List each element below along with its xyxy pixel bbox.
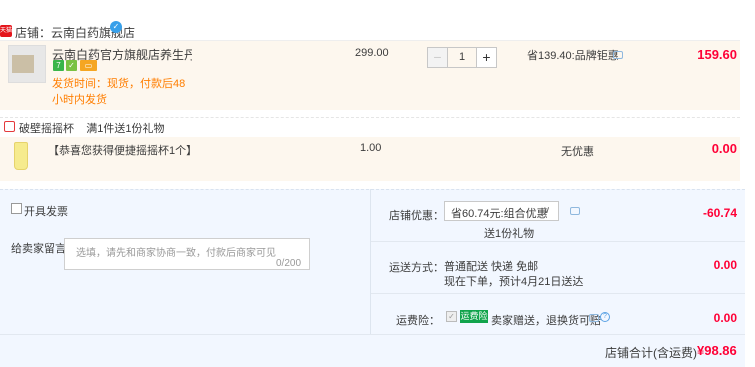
- order-options-panel: [0, 189, 745, 367]
- credit-card-icon: ▭: [80, 60, 97, 71]
- decrement-button[interactable]: −: [427, 47, 448, 68]
- insurance-amount: 0.00: [713, 311, 737, 325]
- delivery-amount: 0.00: [713, 258, 737, 272]
- product-image-icon: [12, 55, 34, 73]
- delivery-method: 普通配送 快递 免邮: [444, 261, 539, 273]
- gift-discount: 无优惠: [561, 146, 594, 158]
- quantity-input[interactable]: 1: [448, 47, 476, 68]
- store-discount-amount: -60.74: [702, 206, 737, 220]
- gift-description: 【恭喜您获得便捷摇摇杯1个】: [48, 145, 198, 157]
- item-total-price: 159.60: [697, 47, 737, 62]
- divider: [371, 241, 745, 242]
- help-icon[interactable]: ?: [600, 312, 610, 322]
- increment-button[interactable]: +: [476, 47, 497, 68]
- message-char-count: 0/200: [276, 258, 302, 269]
- panel-divider: [370, 189, 371, 334]
- store-total-label: 店铺合计(含运费): [605, 346, 697, 360]
- store-discount-label: 店铺优惠：: [389, 210, 444, 222]
- discount-note: 省139.40:品牌钜惠: [527, 50, 619, 62]
- shipping-time: 发货时间：现货，付款后48小时内发货: [52, 76, 192, 108]
- unit-price: 299.00: [355, 47, 389, 59]
- comment-icon[interactable]: [570, 207, 580, 215]
- chevron-down-icon: ∨: [543, 205, 551, 216]
- gift-rule: 满1件送1份礼物: [86, 123, 165, 135]
- seven-day-return-icon: 7: [53, 60, 64, 71]
- discount-select-value: 省60.74元:组合优惠: [451, 208, 548, 220]
- shipping-time-label: 发货时间：: [52, 78, 107, 90]
- message-placeholder: 选填，请先和商家协商一致，付款后商家可见: [76, 248, 276, 259]
- shaker-cup-image: [14, 142, 28, 170]
- gift-price: 0.00: [711, 141, 737, 156]
- gift-section-title: 破壁摇摇杯 满1件送1份礼物: [19, 120, 164, 136]
- delivery-label: 运送方式：: [389, 262, 444, 274]
- comment-icon[interactable]: [589, 314, 599, 322]
- delivery-eta: 现在下单，预计4月21日送达: [444, 276, 584, 288]
- divider: [0, 334, 745, 335]
- insurance-label: 运费险：: [396, 315, 440, 327]
- store-label: 店铺：: [15, 26, 52, 40]
- quantity-stepper: − 1 +: [427, 47, 497, 68]
- invoice-checkbox[interactable]: [11, 203, 22, 214]
- insurance-description: 卖家赠送，退换货可赔: [491, 315, 601, 327]
- tmall-badge-icon: 天猫: [0, 25, 12, 37]
- store-name-link[interactable]: 云南白药旗舰店: [51, 26, 135, 40]
- divider: [371, 293, 745, 294]
- insurance-badge: 运费险: [460, 310, 488, 323]
- chat-seller-icon[interactable]: ✓: [110, 21, 122, 33]
- comment-icon[interactable]: [613, 51, 623, 59]
- insurance-checkbox[interactable]: ✓: [446, 311, 457, 322]
- gift-name: 破壁摇摇杯: [19, 123, 74, 135]
- gift-icon: [4, 121, 15, 132]
- store-total-amount: ¥98.86: [697, 343, 737, 358]
- guarantee-icon: ✓: [66, 60, 77, 71]
- invoice-label: 开具发票: [24, 206, 68, 218]
- gift-quantity: 1.00: [360, 142, 382, 154]
- discount-gift-note: 送1份礼物: [484, 228, 535, 240]
